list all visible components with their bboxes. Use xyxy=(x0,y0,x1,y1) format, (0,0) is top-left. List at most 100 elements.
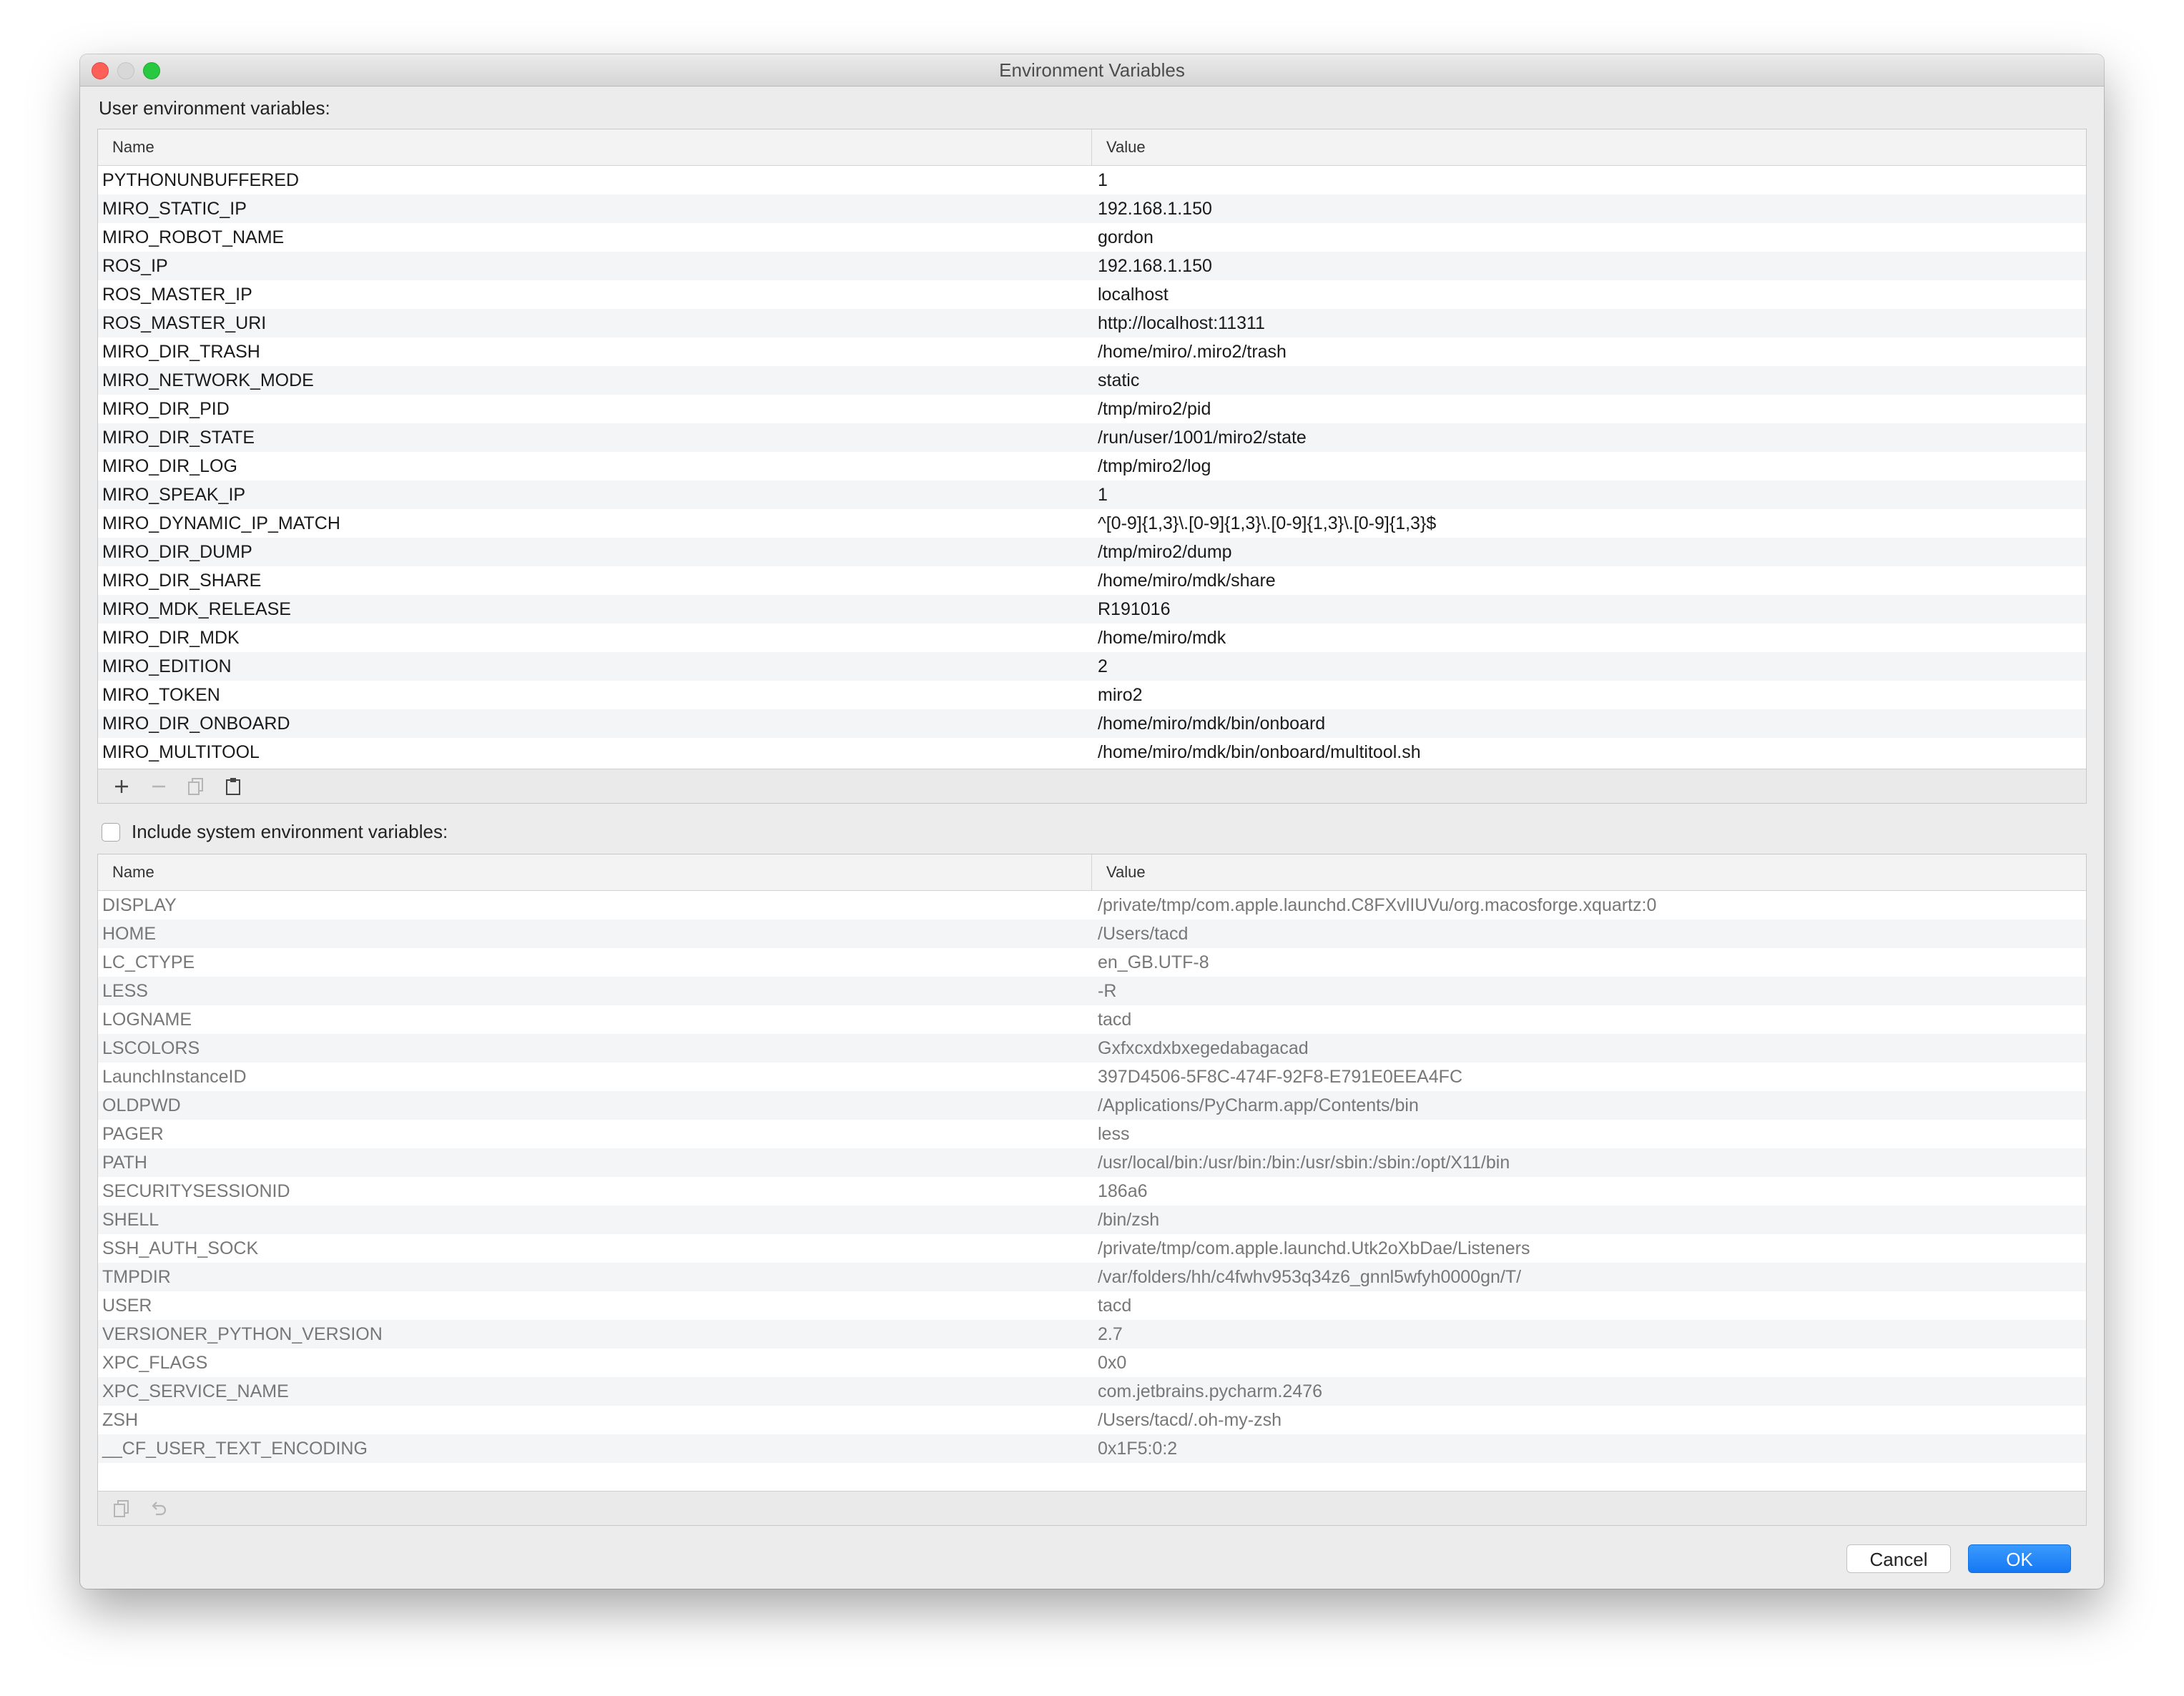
variable-value-cell[interactable]: ^[0-9]{1,3}\.[0-9]{1,3}\.[0-9]{1,3}\.[0-… xyxy=(1092,509,2086,538)
variable-value-cell[interactable]: tacd xyxy=(1092,1005,2086,1034)
variable-name-cell[interactable]: MIRO_DIR_MDK xyxy=(98,623,1092,652)
table-row[interactable]: __CF_USER_TEXT_ENCODING 0x1F5:0:2 xyxy=(98,1434,2086,1463)
table-row[interactable]: PATH/usr/local/bin:/usr/bin:/bin:/usr/sb… xyxy=(98,1148,2086,1177)
variable-name-cell[interactable]: OLDPWD xyxy=(98,1091,1092,1120)
variable-name-cell[interactable]: MIRO_DIR_PID xyxy=(98,395,1092,423)
variable-name-cell[interactable]: MIRO_NETWORK_MODE xyxy=(98,366,1092,395)
table-row[interactable]: PAGER less xyxy=(98,1120,2086,1148)
variable-value-cell[interactable]: 2 xyxy=(1092,652,2086,681)
table-row[interactable]: LaunchInstanceID 397D4506-5F8C-474F-92F8-… xyxy=(98,1063,2086,1091)
variable-value-cell[interactable]: 1 xyxy=(1092,166,2086,194)
paste-variable-button[interactable] xyxy=(220,773,247,800)
variable-value-cell[interactable]: /tmp/miro2/pid xyxy=(1092,395,2086,423)
variable-value-cell[interactable]: http://localhost:11311 xyxy=(1092,309,2086,337)
variable-value-cell[interactable]: Gxfxcxdxbxegedabagacad xyxy=(1092,1034,2086,1063)
variable-name-cell[interactable]: MIRO_STATIC_IP xyxy=(98,194,1092,223)
table-row[interactable]: LC_CTYPE en_GB.UTF-8 xyxy=(98,948,2086,977)
variable-value-cell[interactable]: /Applications/PyCharm.app/Contents/bin xyxy=(1092,1091,2086,1120)
variable-value-cell[interactable]: /var/folders/hh/c4fwhv953q34z6_gnnl5wfyh… xyxy=(1092,1263,2086,1291)
variable-name-cell[interactable]: LC_CTYPE xyxy=(98,948,1092,977)
table-row[interactable]: MIRO_DIR_DUMP/tmp/miro2/dump xyxy=(98,538,2086,566)
table-row[interactable]: LSCOLORS Gxfxcxdxbxegedabagacad xyxy=(98,1034,2086,1063)
variable-name-cell[interactable]: LaunchInstanceID xyxy=(98,1063,1092,1091)
variable-name-cell[interactable]: __CF_USER_TEXT_ENCODING xyxy=(98,1434,1092,1463)
table-row[interactable]: TMPDIR/var/folders/hh/c4fwhv953q34z6_gnn… xyxy=(98,1263,2086,1291)
table-row[interactable]: USER tacd xyxy=(98,1291,2086,1320)
variable-value-cell[interactable]: /home/miro/mdk/bin/onboard/multitool.sh xyxy=(1092,738,2086,766)
table-row[interactable]: MIRO_STATIC_IP 192.168.1.150 xyxy=(98,194,2086,223)
table-row[interactable]: OLDPWD/Applications/PyCharm.app/Contents… xyxy=(98,1091,2086,1120)
variable-name-cell[interactable]: USER xyxy=(98,1291,1092,1320)
table-row[interactable]: MIRO_MULTITOOL/home/miro/mdk/bin/onboard… xyxy=(98,738,2086,766)
variable-name-cell[interactable]: XPC_SERVICE_NAME xyxy=(98,1377,1092,1406)
variable-value-cell[interactable]: /Users/tacd xyxy=(1092,920,2086,948)
variable-value-cell[interactable]: /tmp/miro2/dump xyxy=(1092,538,2086,566)
variable-name-cell[interactable]: ROS_MASTER_URI xyxy=(98,309,1092,337)
variable-value-cell[interactable]: /home/miro/mdk/bin/onboard xyxy=(1092,709,2086,738)
variable-name-cell[interactable]: SECURITYSESSIONID xyxy=(98,1177,1092,1206)
variable-value-cell[interactable]: /home/miro/mdk xyxy=(1092,623,2086,652)
variable-name-cell[interactable]: MIRO_MULTITOOL xyxy=(98,738,1092,766)
variable-name-cell[interactable]: LESS xyxy=(98,977,1092,1005)
variable-value-cell[interactable]: tacd xyxy=(1092,1291,2086,1320)
table-row[interactable]: LESS -R xyxy=(98,977,2086,1005)
table-row[interactable]: MIRO_DIR_TRASH/home/miro/.miro2/trash xyxy=(98,337,2086,366)
remove-variable-button[interactable] xyxy=(145,773,172,800)
variable-name-cell[interactable]: PAGER xyxy=(98,1120,1092,1148)
table-row[interactable]: XPC_SERVICE_NAME com.jetbrains.pycharm.24… xyxy=(98,1377,2086,1406)
variable-value-cell[interactable]: 0x1F5:0:2 xyxy=(1092,1434,2086,1463)
variable-value-cell[interactable]: /private/tmp/com.apple.launchd.Utk2oXbDa… xyxy=(1092,1234,2086,1263)
variable-name-cell[interactable]: MIRO_TOKEN xyxy=(98,681,1092,709)
variable-name-cell[interactable]: SSH_AUTH_SOCK xyxy=(98,1234,1092,1263)
table-row[interactable]: MIRO_NETWORK_MODE static xyxy=(98,366,2086,395)
table-row[interactable]: MIRO_ROBOT_NAME gordon xyxy=(98,223,2086,252)
variable-name-cell[interactable]: MIRO_EDITION xyxy=(98,652,1092,681)
table-row[interactable]: ROS_MASTER_URI http://localhost:11311 xyxy=(98,309,2086,337)
variable-name-cell[interactable]: DISPLAY xyxy=(98,891,1092,920)
table-row[interactable]: MIRO_DIR_MDK/home/miro/mdk xyxy=(98,623,2086,652)
variable-value-cell[interactable]: 192.168.1.150 xyxy=(1092,194,2086,223)
include-system-variables-checkbox[interactable] xyxy=(102,822,120,842)
table-row[interactable]: MIRO_DIR_LOG/tmp/miro2/log xyxy=(98,452,2086,480)
table-row[interactable]: SECURITYSESSIONID 186a6 xyxy=(98,1177,2086,1206)
add-variable-button[interactable] xyxy=(108,773,135,800)
variable-value-cell[interactable]: /home/miro/.miro2/trash xyxy=(1092,337,2086,366)
variable-value-cell[interactable]: com.jetbrains.pycharm.2476 xyxy=(1092,1377,2086,1406)
table-row[interactable]: MIRO_EDITION 2 xyxy=(98,652,2086,681)
variable-value-cell[interactable]: en_GB.UTF-8 xyxy=(1092,948,2086,977)
value-column-header[interactable]: Value xyxy=(1092,129,2086,165)
variable-name-cell[interactable]: PATH xyxy=(98,1148,1092,1177)
variable-name-cell[interactable]: SHELL xyxy=(98,1206,1092,1234)
table-row[interactable]: ZSH/Users/tacd/.oh-my-zsh xyxy=(98,1406,2086,1434)
variable-value-cell[interactable]: 0x0 xyxy=(1092,1349,2086,1377)
variable-name-cell[interactable]: MIRO_ROBOT_NAME xyxy=(98,223,1092,252)
variable-name-cell[interactable]: MIRO_DIR_ONBOARD xyxy=(98,709,1092,738)
table-row[interactable]: ROS_MASTER_IP localhost xyxy=(98,280,2086,309)
table-row[interactable]: MIRO_DIR_SHARE/home/miro/mdk/share xyxy=(98,566,2086,595)
variable-value-cell[interactable]: /Users/tacd/.oh-my-zsh xyxy=(1092,1406,2086,1434)
variable-value-cell[interactable]: 397D4506-5F8C-474F-92F8-E791E0EEA4FC xyxy=(1092,1063,2086,1091)
variable-value-cell[interactable]: 186a6 xyxy=(1092,1177,2086,1206)
variable-name-cell[interactable]: MIRO_DIR_TRASH xyxy=(98,337,1092,366)
variable-value-cell[interactable]: static xyxy=(1092,366,2086,395)
variable-name-cell[interactable]: MIRO_DIR_LOG xyxy=(98,452,1092,480)
variable-name-cell[interactable]: ZSH xyxy=(98,1406,1092,1434)
table-row[interactable]: MIRO_TOKEN miro2 xyxy=(98,681,2086,709)
reset-system-variable-button[interactable] xyxy=(145,1495,172,1522)
variable-value-cell[interactable]: 1 xyxy=(1092,480,2086,509)
variable-value-cell[interactable]: /home/miro/mdk/share xyxy=(1092,566,2086,595)
table-row[interactable]: HOME/Users/tacd xyxy=(98,920,2086,948)
name-column-header[interactable]: Name xyxy=(98,129,1092,165)
variable-value-cell[interactable]: less xyxy=(1092,1120,2086,1148)
variable-value-cell[interactable]: 192.168.1.150 xyxy=(1092,252,2086,280)
variable-value-cell[interactable]: gordon xyxy=(1092,223,2086,252)
variable-value-cell[interactable]: /usr/local/bin:/usr/bin:/bin:/usr/sbin:/… xyxy=(1092,1148,2086,1177)
table-row[interactable]: ROS_IP 192.168.1.150 xyxy=(98,252,2086,280)
table-row[interactable]: MIRO_DIR_STATE/run/user/1001/miro2/state xyxy=(98,423,2086,452)
variable-value-cell[interactable]: localhost xyxy=(1092,280,2086,309)
table-row[interactable]: SSH_AUTH_SOCK/private/tmp/com.apple.laun… xyxy=(98,1234,2086,1263)
variable-value-cell[interactable]: -R xyxy=(1092,977,2086,1005)
cancel-button[interactable]: Cancel xyxy=(1846,1544,1951,1573)
table-row[interactable]: MIRO_DIR_ONBOARD/home/miro/mdk/bin/onboa… xyxy=(98,709,2086,738)
copy-system-variable-button[interactable] xyxy=(108,1495,135,1522)
